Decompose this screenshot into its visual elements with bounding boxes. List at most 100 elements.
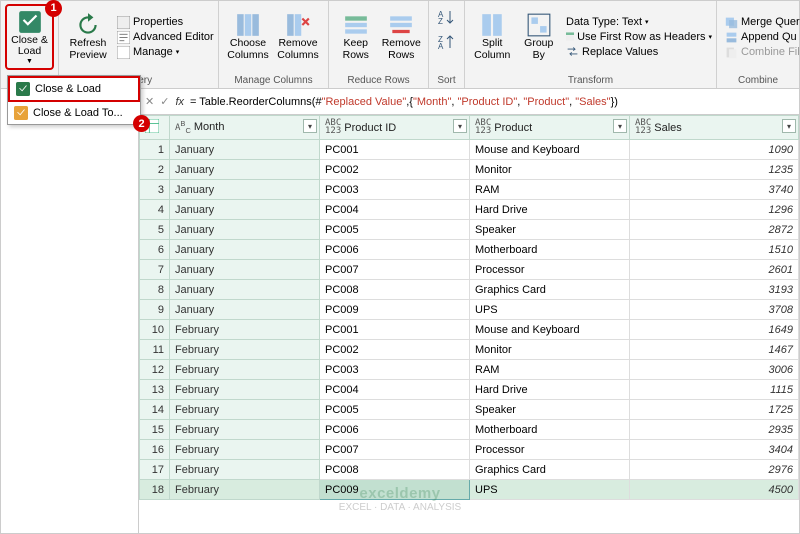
cell-product-id[interactable]: PC002 — [320, 340, 470, 360]
cell-sales[interactable]: 1510 — [630, 240, 799, 260]
row-number[interactable]: 3 — [140, 180, 170, 200]
table-row[interactable]: 16FebruaryPC007Processor3404 — [140, 440, 799, 460]
cell-month[interactable]: February — [170, 480, 320, 500]
remove-rows-button[interactable]: Remove Rows — [379, 4, 425, 70]
cell-product[interactable]: Graphics Card — [470, 460, 630, 480]
table-row[interactable]: 17FebruaryPC008Graphics Card2976 — [140, 460, 799, 480]
table-row[interactable]: 18FebruaryPC009UPS4500 — [140, 480, 799, 500]
filter-dropdown-icon[interactable]: ▾ — [782, 119, 796, 133]
row-number[interactable]: 11 — [140, 340, 170, 360]
cell-month[interactable]: January — [170, 260, 320, 280]
row-number[interactable]: 13 — [140, 380, 170, 400]
cell-sales[interactable]: 1725 — [630, 400, 799, 420]
cell-product[interactable]: Processor — [470, 440, 630, 460]
cell-month[interactable]: January — [170, 200, 320, 220]
accept-formula-icon[interactable]: ✓ — [160, 95, 169, 108]
cell-month[interactable]: January — [170, 240, 320, 260]
cell-product[interactable]: Motherboard — [470, 240, 630, 260]
close-and-load-menu-item[interactable]: Close & Load — [8, 76, 140, 102]
close-and-load-button[interactable]: 1 Close & Load ▼ — [5, 4, 54, 70]
cell-month[interactable]: January — [170, 280, 320, 300]
cell-month[interactable]: February — [170, 360, 320, 380]
properties-button[interactable]: Properties — [117, 16, 214, 29]
cell-product[interactable]: RAM — [470, 360, 630, 380]
advanced-editor-button[interactable]: Advanced Editor — [117, 31, 214, 44]
cell-sales[interactable]: 3708 — [630, 300, 799, 320]
table-row[interactable]: 8JanuaryPC008Graphics Card3193 — [140, 280, 799, 300]
cell-product-id[interactable]: PC003 — [320, 360, 470, 380]
cell-sales[interactable]: 2601 — [630, 260, 799, 280]
cancel-formula-icon[interactable]: ✕ — [145, 95, 154, 108]
cell-product[interactable]: Mouse and Keyboard — [470, 140, 630, 160]
cell-product-id[interactable]: PC004 — [320, 380, 470, 400]
sort-asc-button[interactable]: AZ — [438, 9, 456, 30]
table-row[interactable]: 1JanuaryPC001Mouse and Keyboard1090 — [140, 140, 799, 160]
cell-product[interactable]: Speaker — [470, 400, 630, 420]
cell-month[interactable]: February — [170, 400, 320, 420]
replace-values-button[interactable]: Replace Values — [566, 45, 712, 58]
sort-desc-button[interactable]: ZA — [438, 34, 456, 55]
cell-sales[interactable]: 1649 — [630, 320, 799, 340]
cell-product-id[interactable]: PC007 — [320, 440, 470, 460]
cell-product[interactable]: Hard Drive — [470, 200, 630, 220]
cell-month[interactable]: January — [170, 220, 320, 240]
cell-month[interactable]: January — [170, 300, 320, 320]
table-row[interactable]: 6JanuaryPC006Motherboard1510 — [140, 240, 799, 260]
cell-product[interactable]: UPS — [470, 480, 630, 500]
combine-files-button[interactable]: Combine Fil — [725, 46, 800, 59]
data-type-button[interactable]: Data Type: Text ▾ — [566, 16, 712, 28]
split-column-button[interactable]: Split Column — [469, 4, 516, 70]
remove-columns-button[interactable]: Remove Columns — [273, 4, 323, 70]
row-number[interactable]: 9 — [140, 300, 170, 320]
cell-product[interactable]: Monitor — [470, 160, 630, 180]
column-header-product[interactable]: ABC123Product▾ — [470, 116, 630, 140]
cell-month[interactable]: February — [170, 420, 320, 440]
row-number[interactable]: 8 — [140, 280, 170, 300]
data-grid[interactable]: ABCMonth▾ ABC123Product ID▾ ABC123Produc… — [139, 115, 799, 533]
refresh-preview-button[interactable]: Refresh Preview — [63, 4, 113, 70]
cell-sales[interactable]: 1090 — [630, 140, 799, 160]
table-row[interactable]: 4JanuaryPC004Hard Drive1296 — [140, 200, 799, 220]
table-row[interactable]: 2JanuaryPC002Monitor1235 — [140, 160, 799, 180]
manage-button[interactable]: Manage ▾ — [117, 46, 214, 59]
cell-sales[interactable]: 4500 — [630, 480, 799, 500]
row-number[interactable]: 4 — [140, 200, 170, 220]
cell-month[interactable]: January — [170, 160, 320, 180]
cell-product-id[interactable]: PC001 — [320, 140, 470, 160]
cell-month[interactable]: February — [170, 460, 320, 480]
cell-product[interactable]: Speaker — [470, 220, 630, 240]
table-row[interactable]: 12FebruaryPC003RAM3006 — [140, 360, 799, 380]
formula-bar[interactable]: ✕ ✓ fx = Table.ReorderColumns(#"Replaced… — [139, 89, 799, 115]
table-row[interactable]: 11FebruaryPC002Monitor1467 — [140, 340, 799, 360]
table-row[interactable]: 14FebruaryPC005Speaker1725 — [140, 400, 799, 420]
cell-product-id[interactable]: PC006 — [320, 240, 470, 260]
cell-sales[interactable]: 3740 — [630, 180, 799, 200]
merge-queries-button[interactable]: Merge Quer — [725, 16, 800, 29]
row-number[interactable]: 1 — [140, 140, 170, 160]
cell-product-id[interactable]: PC009 — [320, 300, 470, 320]
row-number[interactable]: 12 — [140, 360, 170, 380]
row-number[interactable]: 18 — [140, 480, 170, 500]
cell-month[interactable]: February — [170, 340, 320, 360]
row-number[interactable]: 14 — [140, 400, 170, 420]
cell-product[interactable]: Hard Drive — [470, 380, 630, 400]
row-number[interactable]: 16 — [140, 440, 170, 460]
row-number[interactable]: 17 — [140, 460, 170, 480]
group-by-button[interactable]: Group By — [516, 4, 563, 70]
column-header-month[interactable]: ABCMonth▾ — [170, 116, 320, 140]
cell-product-id[interactable]: PC005 — [320, 220, 470, 240]
filter-dropdown-icon[interactable]: ▾ — [613, 119, 627, 133]
first-row-headers-button[interactable]: Use First Row as Headers ▾ — [566, 30, 712, 43]
cell-sales[interactable]: 2935 — [630, 420, 799, 440]
keep-rows-button[interactable]: Keep Rows — [333, 4, 379, 70]
cell-sales[interactable]: 2872 — [630, 220, 799, 240]
cell-product-id[interactable]: PC006 — [320, 420, 470, 440]
cell-product[interactable]: Monitor — [470, 340, 630, 360]
cell-sales[interactable]: 1467 — [630, 340, 799, 360]
cell-product-id[interactable]: PC008 — [320, 460, 470, 480]
cell-product-id[interactable]: PC004 — [320, 200, 470, 220]
cell-sales[interactable]: 2976 — [630, 460, 799, 480]
table-row[interactable]: 5JanuaryPC005Speaker2872 — [140, 220, 799, 240]
cell-sales[interactable]: 3006 — [630, 360, 799, 380]
cell-sales[interactable]: 1296 — [630, 200, 799, 220]
